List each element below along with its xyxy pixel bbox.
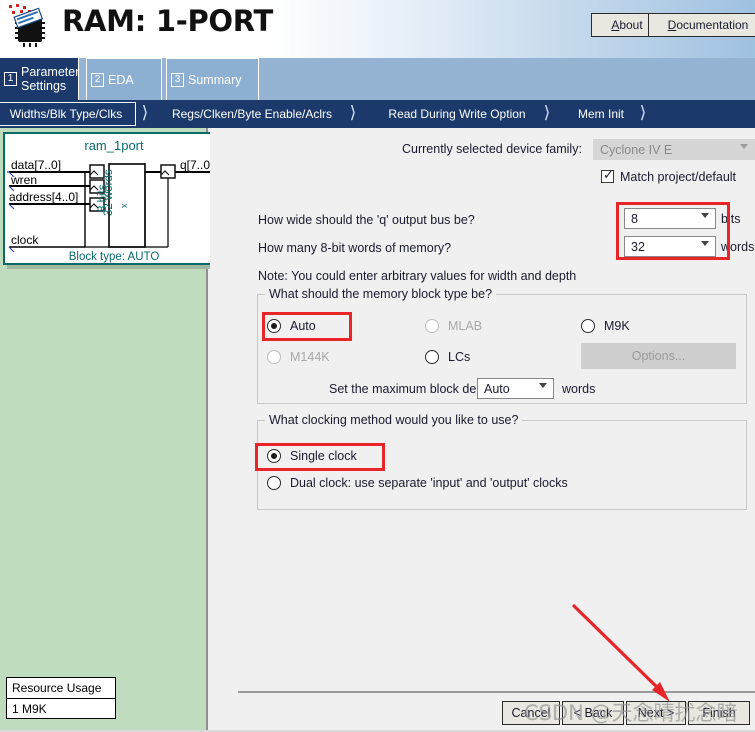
match-project-default-label: Match project/default [620, 170, 737, 184]
chevron-right-icon: ⟩ [543, 103, 551, 123]
depth-question: How many 8-bit words of memory? [258, 241, 452, 255]
radio-label-m9k[interactable]: M9K [604, 319, 630, 333]
symbol-preview-panel: ram_1port 8 bits x 32 words data[7..0] w… [0, 128, 229, 732]
memory-depth-select[interactable]: 32 [624, 236, 716, 257]
breadcrumb: Widths/Blk Type/Clks ⟩ Regs/Clken/Byte E… [0, 100, 755, 128]
wizard-tab-strip: 1 Parameter Settings 2 EDA 3 Summary [0, 58, 755, 100]
chevron-right-icon: ⟩ [349, 103, 357, 123]
q-width-select[interactable]: 8 [624, 208, 716, 229]
ram-block-diagram: ram_1port 8 bits x 32 words data[7..0] w… [3, 132, 225, 265]
clocking-method-title: What clocking method would you like to u… [265, 413, 523, 427]
radio-single-clock[interactable] [267, 449, 281, 463]
diagram-port-clock: clock [11, 233, 39, 247]
resource-usage-box: Resource Usage 1 M9K [6, 677, 116, 719]
footer-divider [238, 691, 755, 693]
radio-dual-clock[interactable] [267, 476, 281, 490]
radio-block-type-auto[interactable] [267, 319, 281, 333]
app-header: RAM: 1-PORT About Documentation [0, 0, 755, 58]
diagram-core-depth: 32 words [103, 169, 115, 216]
chevron-down-icon [701, 241, 709, 246]
max-block-depth-unit: words [562, 382, 596, 396]
q-width-unit: bits [721, 212, 741, 226]
tab-number-1: 1 [4, 72, 17, 86]
breadcrumb-widths-blk-type-clks[interactable]: Widths/Blk Type/Clks [0, 102, 136, 126]
radio-label-m144k: M144K [290, 350, 330, 364]
chevron-down-icon [740, 144, 748, 149]
diagram-port-address: address[4..0] [9, 190, 78, 204]
max-block-depth-value: Auto [484, 381, 510, 396]
tab-parameter-settings[interactable]: 1 Parameter Settings [0, 58, 79, 100]
tab-eda[interactable]: 2 EDA [86, 58, 162, 100]
documentation-button[interactable]: Documentation [648, 13, 755, 37]
device-family-select: Cyclone IV E [593, 139, 755, 160]
device-family-value: Cyclone IV E [600, 142, 673, 157]
max-block-depth-select[interactable]: Auto [477, 378, 554, 399]
radio-label-auto[interactable]: Auto [290, 319, 316, 333]
memory-block-type-title: What should the memory block type be? [265, 287, 497, 301]
depth-unit: words [721, 240, 755, 254]
tab-label-2: EDA [108, 72, 134, 87]
radio-label-mlab: MLAB [448, 319, 483, 333]
clocking-method-group [257, 420, 747, 510]
radio-block-type-mlab [425, 319, 439, 333]
radio-label-single-clock[interactable]: Single clock [290, 449, 357, 463]
cancel-button[interactable]: Cancel [502, 701, 560, 725]
chevron-down-icon [539, 383, 547, 388]
block-type-options-button: Options... [581, 343, 736, 369]
radio-label-lcs[interactable]: LCs [448, 350, 470, 364]
page-title: RAM: 1-PORT [62, 4, 273, 38]
tab-label-3: Summary [188, 72, 242, 87]
svg-text:x: x [119, 203, 129, 208]
radio-block-type-m9k[interactable] [581, 319, 595, 333]
q-width-value: 8 [631, 211, 638, 226]
diagram-block-name: ram_1port [84, 138, 144, 153]
resource-usage-value: 1 M9K [12, 702, 47, 716]
tab-summary[interactable]: 3 Summary [166, 58, 259, 100]
check-icon: ✓ [603, 168, 614, 183]
width-depth-note: Note: You could enter arbitrary values f… [258, 269, 577, 283]
q-width-question: How wide should the 'q' output bus be? [258, 213, 475, 227]
parameter-settings-panel: Currently selected device family: Cyclon… [210, 128, 755, 732]
megawizard-chip-icon [4, 2, 56, 50]
chevron-down-icon [701, 213, 709, 218]
diagram-block-type-note: Block type: AUTO [69, 251, 160, 263]
depth-value: 32 [631, 239, 645, 254]
radio-label-dual-clock[interactable]: Dual clock: use separate 'input' and 'ou… [290, 476, 568, 490]
chevron-right-icon: ⟩ [639, 103, 647, 123]
next-button[interactable]: Next > [626, 701, 686, 725]
finish-button[interactable]: Finish [688, 701, 750, 725]
radio-block-type-m144k [267, 350, 281, 364]
tab-number-2: 2 [91, 72, 104, 87]
diagram-port-q: q[7..0] [180, 158, 213, 172]
radio-block-type-lcs[interactable] [425, 350, 439, 364]
resource-usage-header: Resource Usage [7, 678, 115, 699]
diagram-port-data: data[7..0] [11, 158, 61, 172]
breadcrumb-regs-clken-byte-enable-aclrs[interactable]: Regs/Clken/Byte Enable/Aclrs [152, 100, 352, 128]
breadcrumb-mem-init[interactable]: Mem Init [562, 100, 640, 128]
back-button[interactable]: < Back [562, 701, 624, 725]
tab-number-3: 3 [171, 72, 184, 87]
breadcrumb-read-during-write-option[interactable]: Read During Write Option [372, 100, 542, 128]
diagram-port-wren: wren [10, 173, 37, 187]
match-project-default-checkbox[interactable]: ✓ [601, 168, 614, 183]
device-family-label: Currently selected device family: [402, 142, 582, 156]
tab-label-1: Parameter Settings [21, 65, 80, 93]
